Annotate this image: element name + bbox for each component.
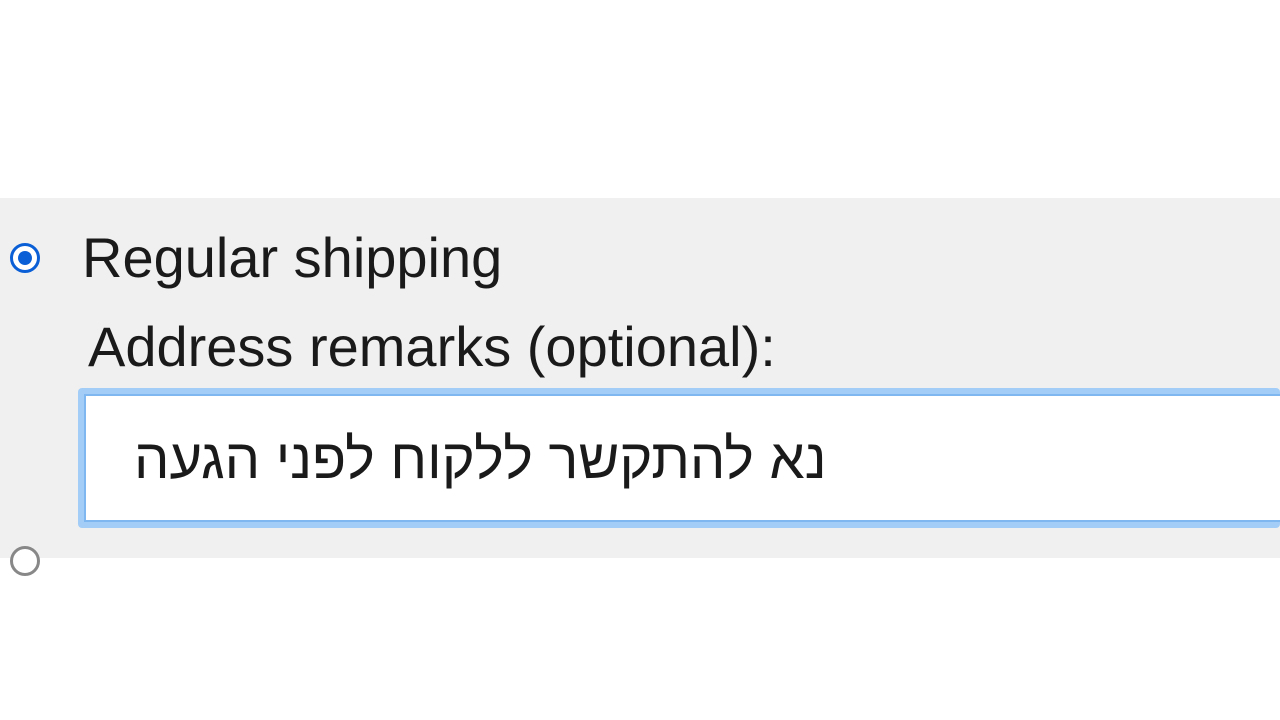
shipping-option-row: Regular shipping xyxy=(10,230,502,286)
address-remarks-input[interactable] xyxy=(84,394,1280,522)
regular-shipping-radio[interactable] xyxy=(10,243,40,273)
radio-selected-icon xyxy=(18,251,32,265)
regular-shipping-label: Regular shipping xyxy=(82,230,502,286)
second-shipping-radio[interactable] xyxy=(10,546,40,576)
form-panel: Regular shipping Address remarks (option… xyxy=(0,198,1280,558)
address-remarks-focus-ring xyxy=(78,388,1280,528)
address-remarks-label: Address remarks (optional): xyxy=(88,316,776,378)
